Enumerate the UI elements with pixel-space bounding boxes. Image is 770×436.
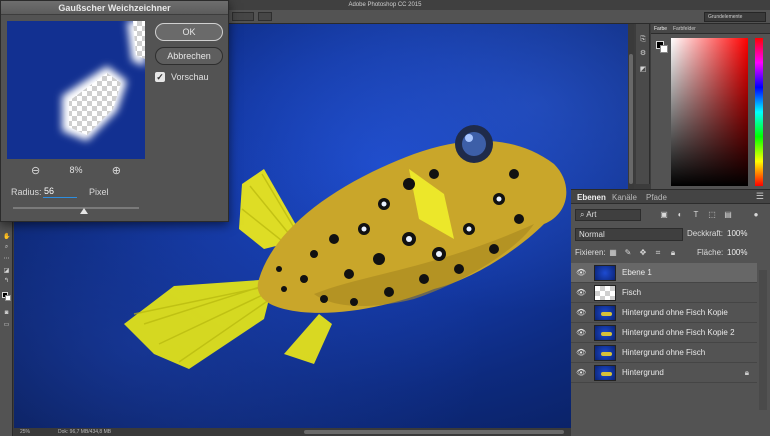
- visibility-eye-icon[interactable]: 👁︎: [576, 288, 586, 298]
- layer-filter-value: Art: [586, 210, 597, 219]
- swap-colors-icon[interactable]: ↰: [3, 278, 10, 285]
- color-panel-background[interactable]: [660, 45, 668, 53]
- layer-thumbnail: [594, 345, 616, 361]
- status-bar: 25% Dok: 96,7 MB/434,8 MB: [14, 428, 628, 436]
- vertical-scroll-thumb[interactable]: [629, 54, 633, 184]
- blur-preview[interactable]: [7, 21, 145, 159]
- layer-name[interactable]: Hintergrund: [622, 368, 664, 377]
- color-panel-tabs: Farbe Farbfelder: [651, 24, 770, 34]
- lock-icon: 🔒︎: [744, 368, 749, 377]
- layer-row[interactable]: 👁︎ Hintergrund ohne Fisch: [571, 343, 757, 363]
- background-color-swatch[interactable]: [5, 295, 11, 301]
- options-field[interactable]: [232, 12, 254, 21]
- layer-thumbnail: [594, 325, 616, 341]
- lock-paint-icon[interactable]: ✎: [623, 248, 633, 258]
- fill-value[interactable]: 100%: [727, 248, 747, 257]
- visibility-eye-icon[interactable]: 👁︎: [576, 368, 586, 378]
- adjustments-icon[interactable]: ◩: [639, 66, 647, 74]
- preview-checkbox[interactable]: ✓: [155, 72, 165, 82]
- preview-image: [7, 21, 145, 159]
- zoom-in-icon[interactable]: ⊕: [112, 164, 121, 177]
- tab-layers[interactable]: Ebenen: [577, 193, 606, 202]
- radius-slider[interactable]: [13, 207, 139, 214]
- cancel-button[interactable]: Abbrechen: [155, 47, 223, 65]
- gaussian-blur-dialog: Gaußscher Weichzeichner ⊖ 8% ⊕ Radius: 5…: [0, 0, 229, 222]
- panel-icons-column: ⎘ ⚙ ◩: [636, 24, 650, 184]
- properties-icon[interactable]: ⚙: [639, 50, 647, 58]
- lock-row: Fixieren: ▦ ✎ ✥ ⌗ 🔒︎ Fläche: 100%: [571, 244, 770, 262]
- filter-toggle-icon[interactable]: ●: [751, 210, 761, 220]
- history-icon[interactable]: ⎘: [639, 36, 647, 44]
- lock-transparent-icon[interactable]: ▦: [608, 248, 618, 258]
- opacity-label: Deckkraft:: [687, 229, 724, 238]
- panel-menu-icon[interactable]: ☰: [756, 191, 764, 202]
- filter-shape-icon[interactable]: ⬚: [707, 210, 717, 220]
- visibility-eye-icon[interactable]: 👁︎: [576, 348, 586, 358]
- tab-paths[interactable]: Pfade: [646, 193, 667, 202]
- layer-filter-select[interactable]: ⌕ Art: [575, 209, 641, 221]
- lock-position-icon[interactable]: ✥: [638, 248, 648, 258]
- preview-checkbox-label: Vorschau: [171, 72, 209, 82]
- color-panel: Farbe Farbfelder: [651, 24, 770, 192]
- zoom-tool-icon[interactable]: ⌕: [3, 244, 10, 251]
- layers-panel: Ebenen Kanäle Pfade ☰ ⌕ Art ▣ ◐ T ⬚ ▤ ● …: [571, 189, 770, 436]
- document-info[interactable]: Dok: 96,7 MB/434,8 MB: [58, 429, 111, 435]
- more-tools-icon[interactable]: ⋯: [3, 256, 10, 263]
- hand-tool-icon[interactable]: ✋: [3, 234, 10, 241]
- visibility-eye-icon[interactable]: 👁︎: [576, 308, 586, 318]
- horizontal-scroll-thumb[interactable]: [304, 430, 564, 434]
- filter-smartobject-icon[interactable]: ▤: [723, 210, 733, 220]
- layer-thumbnail: [594, 265, 616, 281]
- layer-name[interactable]: Hintergrund ohne Fisch Kopie 2: [622, 328, 735, 337]
- workspace-select[interactable]: Grundelemente: [704, 12, 766, 22]
- blend-row: Normal Deckkraft: 100%: [571, 225, 770, 243]
- layer-name[interactable]: Fisch: [622, 288, 641, 297]
- radius-label: Radius:: [11, 187, 42, 197]
- layer-row[interactable]: 👁︎ Hintergrund ohne Fisch Kopie 2: [571, 323, 757, 343]
- layer-name[interactable]: Hintergrund ohne Fisch: [622, 348, 705, 357]
- tab-channels[interactable]: Kanäle: [612, 193, 637, 202]
- radius-input[interactable]: 56: [43, 186, 77, 198]
- visibility-eye-icon[interactable]: 👁︎: [576, 328, 586, 338]
- filter-adjustment-icon[interactable]: ◐: [675, 210, 685, 220]
- lock-all-icon[interactable]: 🔒︎: [668, 248, 678, 258]
- blend-mode-select[interactable]: Normal: [575, 228, 683, 241]
- layer-row[interactable]: 👁︎ Ebene 1: [571, 263, 757, 283]
- screen-mode-icon[interactable]: ▭: [3, 322, 10, 329]
- filter-pixel-icon[interactable]: ▣: [659, 210, 669, 220]
- layer-filter-row: ⌕ Art ▣ ◐ T ⬚ ▤ ●: [571, 206, 770, 224]
- ok-button[interactable]: OK: [155, 23, 223, 41]
- preview-zoom-percent: 8%: [69, 165, 83, 175]
- color-picker-field[interactable]: [671, 38, 748, 186]
- layer-thumbnail: [594, 285, 616, 301]
- layers-scrollbar[interactable]: [759, 270, 767, 410]
- layer-name[interactable]: Hintergrund ohne Fisch Kopie: [622, 308, 728, 317]
- layer-row[interactable]: 👁︎ Hintergrund ohne Fisch Kopie: [571, 303, 757, 323]
- quick-mask-icon[interactable]: ◙: [3, 310, 10, 317]
- tab-color[interactable]: Farbe: [654, 26, 667, 32]
- hue-slider[interactable]: [755, 38, 763, 186]
- options-field[interactable]: [258, 12, 272, 21]
- fill-label: Fläche:: [697, 248, 724, 257]
- preview-zoom-row: ⊖ 8% ⊕: [7, 163, 145, 177]
- radius-row: Radius: 56 Pixel: [11, 186, 141, 198]
- filter-type-icon[interactable]: T: [691, 210, 701, 220]
- layer-row[interactable]: 👁︎ Hintergrund 🔒︎: [571, 363, 757, 383]
- radius-unit: Pixel: [89, 187, 109, 197]
- layers-panel-tabs: Ebenen Kanäle Pfade ☰: [571, 190, 770, 204]
- lock-label: Fixieren:: [575, 248, 606, 257]
- layer-thumbnail: [594, 365, 616, 381]
- visibility-eye-icon[interactable]: 👁︎: [576, 268, 586, 278]
- radius-slider-knob[interactable]: [79, 208, 88, 214]
- zoom-level[interactable]: 25%: [20, 429, 30, 435]
- tab-swatches[interactable]: Farbfelder: [673, 26, 696, 32]
- photoshop-window: Adobe Photoshop CC 2015 Grundelemente ✋ …: [0, 0, 770, 436]
- lock-artboard-icon[interactable]: ⌗: [653, 248, 663, 258]
- layer-thumbnail: [594, 305, 616, 321]
- default-colors-icon[interactable]: ◪: [3, 268, 10, 275]
- dialog-title: Gaußscher Weichzeichner: [1, 1, 228, 15]
- layer-name[interactable]: Ebene 1: [622, 268, 652, 277]
- opacity-value[interactable]: 100%: [727, 229, 747, 238]
- layer-row[interactable]: 👁︎ Fisch: [571, 283, 757, 303]
